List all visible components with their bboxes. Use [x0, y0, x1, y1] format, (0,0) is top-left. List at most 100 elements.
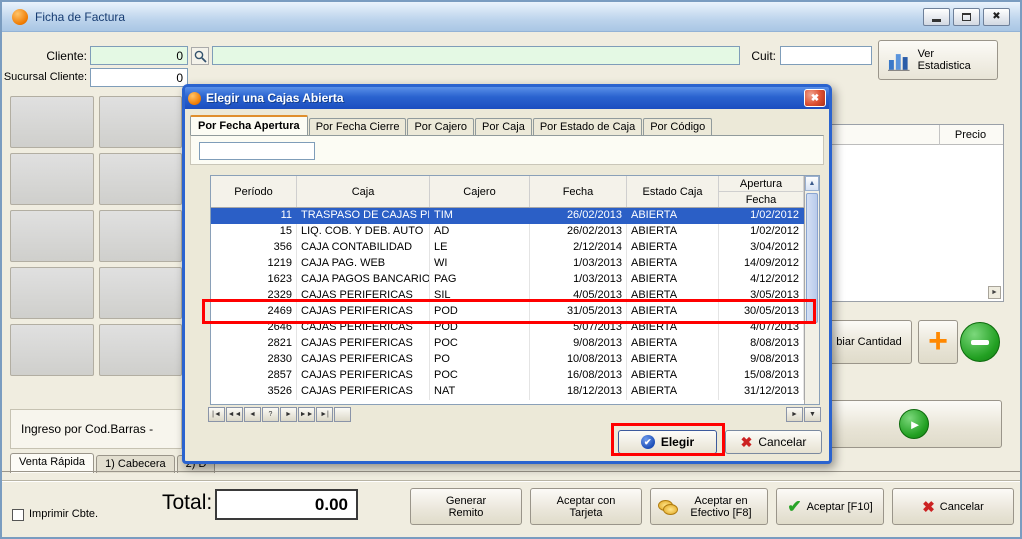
table-row[interactable]: 2469CAJAS PERIFERICASPOD31/05/2013ABIERT… — [211, 304, 804, 320]
ver-estadistica-button[interactable]: Ver Estadistica — [878, 40, 998, 80]
app-icon — [12, 9, 28, 25]
close-button[interactable] — [983, 8, 1010, 26]
db-navigator: |◄◄◄◄?►►►►| — [208, 407, 351, 422]
table-row[interactable]: 2329CAJAS PERIFERICASSIL4/05/2013ABIERTA… — [211, 288, 804, 304]
scroll-up-button[interactable] — [805, 176, 819, 191]
window-controls — [920, 8, 1010, 26]
table-row[interactable]: 2830CAJAS PERIFERICASPO10/08/2013ABIERTA… — [211, 352, 804, 368]
scroll-right-button[interactable] — [988, 286, 1001, 299]
maximize-button[interactable] — [953, 8, 980, 26]
cliente-name-input[interactable] — [212, 46, 740, 65]
cambiar-cantidad-button[interactable]: biar Cantidad — [826, 320, 912, 364]
tabs-baseline — [2, 471, 1020, 472]
apertura-header-line2: Fecha — [719, 192, 803, 207]
table-row[interactable]: 11TRASPASO DE CAJAS PERTIM26/02/2013ABIE… — [211, 208, 804, 224]
cliente-code-input[interactable] — [90, 46, 188, 65]
imprimir-cbte-checkbox[interactable] — [12, 509, 24, 521]
column-header-período: Período — [211, 176, 297, 207]
table-cell: TRASPASO DE CAJAS PER — [297, 208, 430, 224]
table-cell: CAJAS PERIFERICAS — [297, 368, 430, 384]
add-item-button[interactable]: + — [918, 320, 958, 364]
table-cell: 11 — [211, 208, 297, 224]
barcode-label: Ingreso por Cod.Barras - — [21, 422, 153, 436]
footer-button-aceptar-en-efectivo-f8[interactable]: Aceptar en Efectivo [F8] — [650, 488, 768, 525]
table-row[interactable]: 3526CAJAS PERIFERICASNAT18/12/2013ABIERT… — [211, 384, 804, 400]
footer-button-cancelar[interactable]: Cancelar — [892, 488, 1014, 525]
table-cell: ABIERTA — [627, 368, 719, 384]
scroll-down-button[interactable] — [804, 407, 821, 422]
quick-item-button[interactable] — [99, 210, 183, 262]
table-cell: ABIERTA — [627, 352, 719, 368]
maximize-icon — [962, 13, 971, 21]
bar-chart-icon — [887, 48, 911, 72]
dialog-tab-por-código[interactable]: Por Código — [643, 118, 712, 135]
sucursal-cliente-input[interactable] — [90, 68, 188, 87]
check-circle-icon — [641, 435, 655, 449]
table-cell: WI — [430, 256, 530, 272]
go-button[interactable] — [826, 400, 1002, 448]
table-cell: 2329 — [211, 288, 297, 304]
dialog-tab-por-estado-de-caja[interactable]: Por Estado de Caja — [533, 118, 642, 135]
table-row[interactable]: 2857CAJAS PERIFERICASPOC16/08/2013ABIERT… — [211, 368, 804, 384]
quick-item-button[interactable] — [10, 96, 94, 148]
table-row[interactable]: 356CAJA CONTABILIDADLE2/12/2014ABIERTA3/… — [211, 240, 804, 256]
navigator-button[interactable]: |◄ — [208, 407, 225, 422]
navigator-button[interactable]: ► — [280, 407, 297, 422]
table-row[interactable]: 15LIQ. COB. Y DEB. AUTOAD26/02/2013ABIER… — [211, 224, 804, 240]
navigator-button[interactable]: ◄ — [244, 407, 261, 422]
dialog-tab-por-fecha-apertura[interactable]: Por Fecha Apertura — [190, 115, 308, 135]
remove-item-button[interactable] — [960, 322, 1000, 362]
search-button[interactable] — [191, 47, 209, 65]
cliente-label: Cliente: — [12, 49, 87, 63]
minimize-button[interactable] — [923, 8, 950, 26]
total-value-box: 0.00 — [215, 489, 358, 520]
quick-item-button[interactable] — [99, 153, 183, 205]
quick-item-button[interactable] — [10, 153, 94, 205]
dialog-tab-por-cajero[interactable]: Por Cajero — [407, 118, 474, 135]
table-cell: 15 — [211, 224, 297, 240]
barcode-entry-box[interactable]: Ingreso por Cod.Barras - — [10, 409, 182, 449]
navigator-button[interactable]: ◄◄ — [226, 407, 243, 422]
table-cell: 9/08/2013 — [719, 352, 804, 368]
vertical-scrollbar[interactable] — [804, 176, 819, 404]
table-cell: ABIERTA — [627, 272, 719, 288]
hscroll-right-button[interactable] — [786, 407, 803, 422]
navigator-button[interactable]: ? — [262, 407, 279, 422]
footer-button-aceptar-f10[interactable]: Aceptar [F10] — [776, 488, 884, 525]
quick-item-button[interactable] — [10, 210, 94, 262]
navigator-button[interactable] — [334, 407, 351, 422]
quick-item-button[interactable] — [10, 324, 94, 376]
dialog-cancelar-button[interactable]: Cancelar — [725, 430, 822, 454]
navigator-button[interactable]: ►| — [316, 407, 333, 422]
footer-button-label: Aceptar con Tarjeta — [547, 495, 625, 519]
table-cell: ABIERTA — [627, 384, 719, 400]
minimize-icon — [932, 19, 941, 22]
table-cell: 8/08/2013 — [719, 336, 804, 352]
cajas-grid: PeríodoCajaCajeroFechaEstado CajaApertur… — [210, 175, 820, 405]
elegir-button[interactable]: Elegir — [618, 430, 717, 454]
quick-item-button[interactable] — [99, 324, 183, 376]
table-cell: 18/12/2013 — [530, 384, 627, 400]
dialog-filter-input[interactable] — [199, 142, 315, 160]
table-row[interactable]: 1219CAJA PAG. WEBWI1/03/2013ABIERTA14/09… — [211, 256, 804, 272]
quick-item-button[interactable] — [10, 267, 94, 319]
dialog-tab-por-caja[interactable]: Por Caja — [475, 118, 532, 135]
dialog-tab-por-fecha-cierre[interactable]: Por Fecha Cierre — [309, 118, 407, 135]
quick-item-button[interactable] — [99, 267, 183, 319]
scrollbar-thumb[interactable] — [806, 193, 818, 323]
tab-venta-rápida[interactable]: Venta Rápida — [10, 453, 94, 473]
quick-item-button[interactable] — [99, 96, 183, 148]
navigator-button[interactable]: ►► — [298, 407, 315, 422]
cuit-input[interactable] — [780, 46, 872, 65]
footer-button-aceptar-con-tarjeta[interactable]: Aceptar con Tarjeta — [530, 488, 642, 525]
column-header-apertura: AperturaFecha — [719, 176, 804, 207]
table-row[interactable]: 2821CAJAS PERIFERICASPOC9/08/2013ABIERTA… — [211, 336, 804, 352]
table-row[interactable]: 1623CAJA PAGOS BANCARIOSPAG1/03/2013ABIE… — [211, 272, 804, 288]
window-titlebar: Ficha de Factura — [2, 2, 1020, 32]
footer-separator — [2, 480, 1020, 482]
dialog-close-button[interactable] — [804, 89, 826, 107]
table-cell: ABIERTA — [627, 224, 719, 240]
footer-button-generar-remito[interactable]: Generar Remito — [410, 488, 522, 525]
elegir-label: Elegir — [661, 435, 694, 449]
table-row[interactable]: 2646CAJAS PERIFERICASPOD5/07/2013ABIERTA… — [211, 320, 804, 336]
